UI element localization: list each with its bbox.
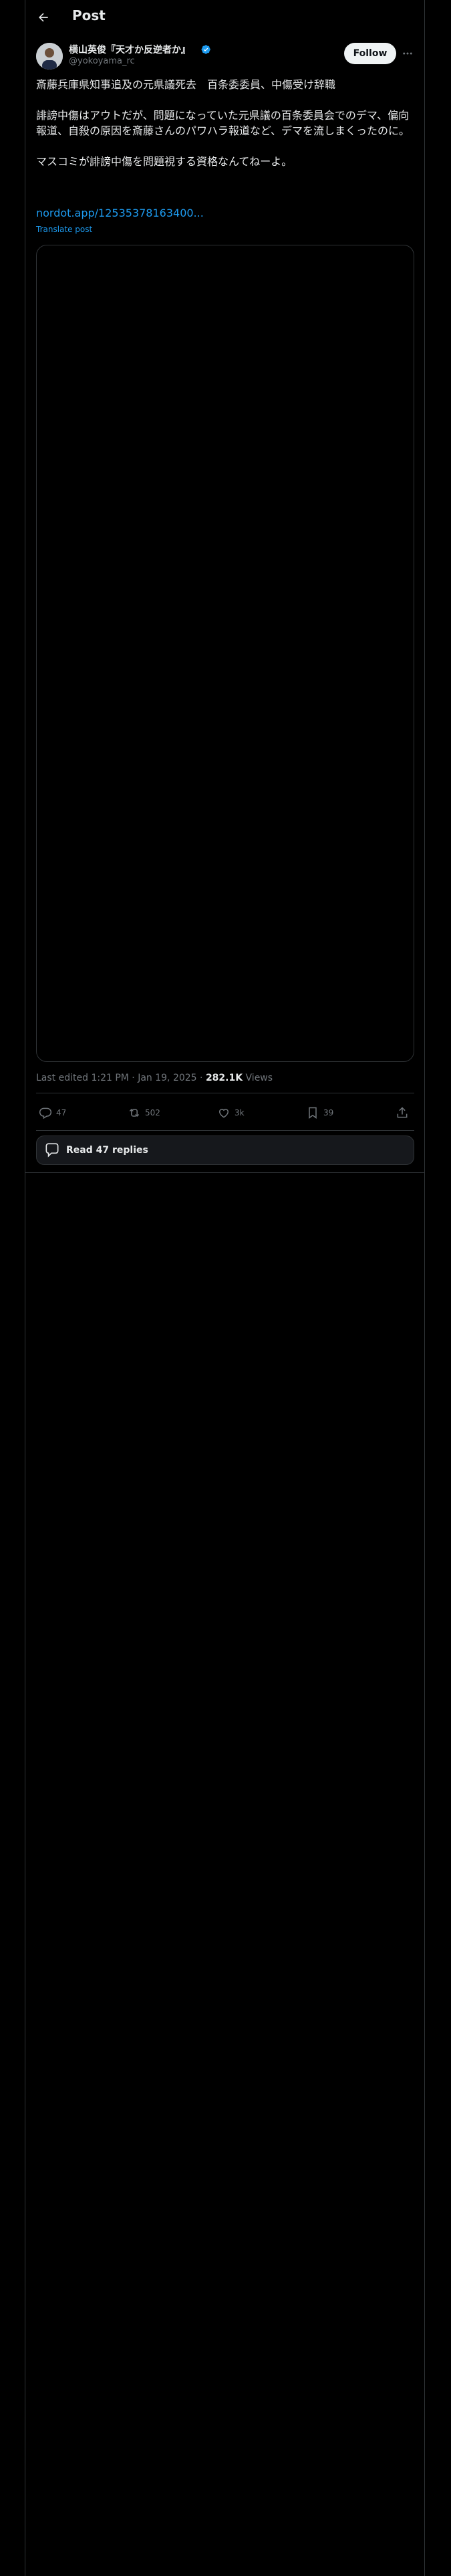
like-button[interactable]: 3k (217, 1106, 245, 1119)
bookmark-button[interactable]: 39 (306, 1106, 333, 1119)
reply-count: 47 (56, 1108, 67, 1117)
follow-button[interactable]: Follow (344, 43, 396, 64)
edited-timestamp[interactable]: Last edited 1:21 PM · Jan 19, 2025 · (36, 1073, 202, 1083)
avatar[interactable] (36, 43, 63, 70)
repost-button[interactable]: 502 (128, 1106, 160, 1119)
repost-icon (129, 1108, 140, 1117)
author-handle[interactable]: @yokoyama_rc (69, 56, 135, 66)
back-button[interactable] (34, 8, 53, 27)
verified-icon (201, 45, 210, 54)
reply-button[interactable]: 47 (39, 1106, 66, 1119)
link-preview-card[interactable] (36, 245, 414, 1062)
bookmark-icon (309, 1107, 317, 1119)
like-icon (218, 1109, 229, 1118)
speech-bubble-icon (45, 1143, 59, 1158)
post-link[interactable]: nordot.app/12535378163400... (36, 207, 204, 219)
divider (36, 1130, 414, 1131)
views-count: 282.1K (205, 1073, 243, 1083)
post-text: 斎藤兵庫県知事追及の元県議死去 百条委委員、中傷受け辞職 誹謗中傷はアウトだが、… (36, 77, 414, 185)
repost-count: 502 (145, 1108, 160, 1117)
read-replies-label: Read 47 replies (66, 1145, 148, 1156)
header: Post (0, 0, 451, 35)
reply-icon (39, 1107, 52, 1119)
like-count: 3k (235, 1108, 245, 1117)
avatar-image (36, 43, 63, 70)
more-button[interactable] (401, 47, 414, 60)
read-replies-button[interactable]: Read 47 replies (36, 1136, 414, 1165)
post-meta: Last edited 1:21 PM · Jan 19, 2025 · 282… (36, 1073, 273, 1083)
translate-post-link[interactable]: Translate post (36, 225, 92, 234)
share-icon (397, 1107, 408, 1118)
post-paragraph: 斎藤兵庫県知事追及の元県議死去 百条委委員、中傷受け辞職 (36, 78, 336, 91)
action-bar: 47 502 3k 39 (36, 1101, 414, 1128)
more-icon (403, 52, 412, 55)
divider (25, 1172, 425, 1173)
post-paragraph: マスコミが誹謗中傷を問題視する資格なんてねーよ。 (36, 155, 293, 168)
bookmark-count: 39 (323, 1108, 334, 1117)
share-button[interactable] (396, 1106, 409, 1119)
post-paragraph: 誹謗中傷はアウトだが、問題になっていた元県議の百条委員会でのデマ、偏向報道、自殺… (36, 109, 410, 137)
back-arrow-icon (39, 13, 48, 22)
author-name[interactable]: 横山英俊『天才か反逆者か』 (69, 43, 190, 56)
views-label: Views (245, 1073, 273, 1083)
page-title: Post (72, 7, 106, 23)
